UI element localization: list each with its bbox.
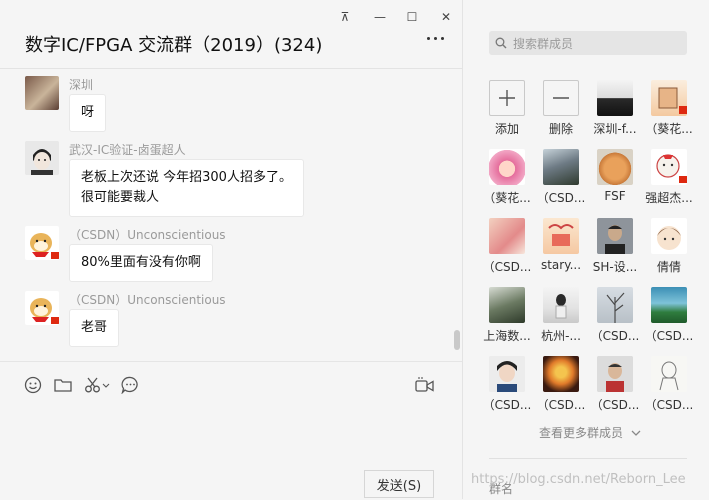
add-member-label: 添加 [494, 122, 519, 136]
remove-member-label: 删除 [548, 122, 573, 136]
close-button[interactable]: ✕ [431, 6, 461, 28]
member-item[interactable]: 强超杰... [642, 149, 696, 205]
folder-icon[interactable] [53, 375, 73, 395]
member-avatar [597, 218, 633, 254]
avatar[interactable] [25, 291, 59, 325]
member-item[interactable]: 倩倩 [642, 218, 696, 274]
member-name: （CSD... [644, 398, 694, 412]
minus-icon [543, 80, 579, 116]
member-item[interactable]: （CSD... [642, 356, 696, 412]
member-avatar [651, 287, 687, 323]
member-name: （CSD... [590, 329, 640, 343]
member-item[interactable]: 深圳-f... [588, 80, 642, 136]
member-avatar [651, 149, 687, 185]
chat-history-icon[interactable] [120, 375, 140, 395]
divider [489, 458, 687, 459]
member-name: （葵花... [483, 191, 531, 205]
emoji-icon[interactable] [23, 375, 43, 395]
member-name: 深圳-f... [593, 122, 637, 136]
member-avatar [597, 287, 633, 323]
member-item[interactable]: （CSD... [480, 218, 534, 274]
message-bubble[interactable]: 呀 [69, 94, 107, 132]
member-name: 倩倩 [656, 260, 681, 274]
member-name: stary... [540, 258, 582, 272]
view-more-label: 查看更多群成员 [539, 426, 624, 440]
member-name: 强超杰... [645, 191, 693, 205]
member-name: 杭州-... [541, 329, 581, 343]
message-bubble[interactable]: 老板上次还说 今年招300人招多了。 很可能要裁人 [69, 159, 304, 217]
remove-member-button[interactable]: 删除 [534, 80, 588, 136]
member-item[interactable]: SH-设... [588, 218, 642, 274]
member-name: （葵花... [645, 122, 693, 136]
member-avatar [651, 218, 687, 254]
member-name: （CSD... [482, 398, 532, 412]
member-name: 上海数... [483, 329, 531, 343]
member-avatar [543, 149, 579, 185]
message-bubble[interactable]: 80%里面有没有你啊 [69, 244, 213, 282]
member-name: （CSD... [644, 329, 694, 343]
search-input[interactable] [511, 31, 685, 57]
scissors-icon[interactable] [84, 375, 110, 395]
member-avatar [543, 287, 579, 323]
chat-pane: 数字IC/FPGA 交流群（2019）(324) ⊼ — ☐ ✕ 深圳 呀 武汉… [0, 0, 462, 499]
member-item[interactable]: （CSD... [588, 356, 642, 412]
view-more-members-link[interactable]: 查看更多群成员 [539, 424, 641, 441]
member-item[interactable]: stary... [534, 218, 588, 274]
member-item[interactable]: （葵花... [480, 149, 534, 205]
more-options-button[interactable] [427, 33, 449, 43]
member-avatar [597, 356, 633, 392]
member-item[interactable]: （CSD... [588, 287, 642, 343]
member-name: SH-设... [592, 260, 638, 274]
member-avatar [597, 149, 633, 185]
chevron-down-icon [631, 430, 641, 436]
member-item[interactable]: （CSD... [642, 287, 696, 343]
message-sender: （CSDN）Unconscientious [69, 228, 226, 242]
member-item[interactable]: （CSD... [480, 356, 534, 412]
message-line: 很可能要裁人 [81, 190, 160, 205]
input-area[interactable]: 发送(S) [0, 361, 462, 500]
message-line: 老板上次还说 今年招300人招多了。 [81, 170, 292, 185]
member-avatar [651, 356, 687, 392]
message-sender: （CSDN）Unconscientious [69, 293, 226, 307]
member-avatar [489, 287, 525, 323]
video-call-icon[interactable] [415, 375, 435, 395]
watermark: https://blog.csdn.net/Reborn_Lee [471, 472, 686, 487]
member-avatar [489, 149, 525, 185]
chat-title: 数字IC/FPGA 交流群（2019）(324) [25, 35, 323, 56]
search-icon [495, 37, 507, 49]
add-member-button[interactable]: 添加 [480, 80, 534, 136]
message-sender: 武汉-IC验证-卤蛋超人 [69, 143, 186, 157]
member-avatar [489, 218, 525, 254]
member-avatar [597, 80, 633, 116]
avatar[interactable] [25, 76, 59, 110]
member-item[interactable]: （CSD... [534, 149, 588, 205]
member-avatar [651, 80, 687, 116]
member-pane: 添加 删除 深圳-f... （葵花... （葵花... （CSD... FSF … [462, 0, 709, 499]
avatar[interactable] [25, 141, 59, 175]
member-name: （CSD... [536, 398, 586, 412]
member-name: （CSD... [482, 260, 532, 274]
member-avatar [489, 356, 525, 392]
member-item[interactable]: 上海数... [480, 287, 534, 343]
maximize-button[interactable]: ☐ [397, 6, 427, 28]
member-name: （CSD... [536, 191, 586, 205]
member-item[interactable]: 杭州-... [534, 287, 588, 343]
member-avatar [543, 218, 579, 254]
minimize-button[interactable]: — [365, 6, 395, 28]
member-name: FSF [604, 189, 626, 203]
member-item[interactable]: （CSD... [534, 356, 588, 412]
member-item[interactable]: FSF [588, 149, 642, 205]
plus-icon [489, 80, 525, 116]
message-sender: 深圳 [69, 78, 94, 92]
message-bubble[interactable]: 老哥 [69, 309, 120, 347]
member-name: （CSD... [590, 398, 640, 412]
member-avatar [543, 356, 579, 392]
member-item[interactable]: （葵花... [642, 80, 696, 136]
scrollbar-thumb[interactable] [454, 330, 460, 350]
member-search-box[interactable] [489, 31, 687, 57]
send-button[interactable]: 发送(S) [364, 470, 434, 498]
avatar[interactable] [25, 226, 59, 260]
pin-window-button[interactable]: ⊼ [330, 6, 360, 28]
